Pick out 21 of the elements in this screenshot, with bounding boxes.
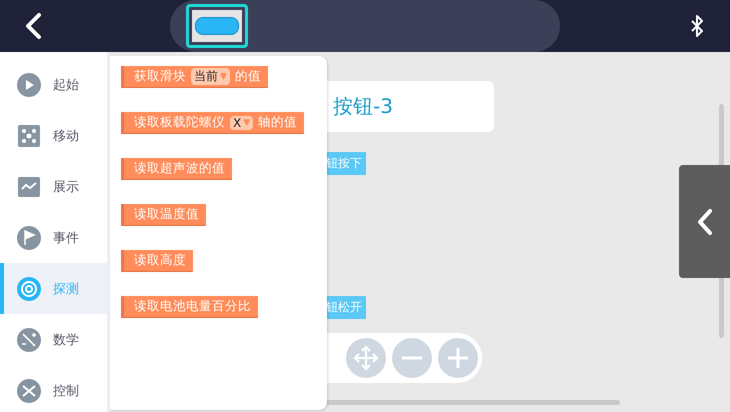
sprite-title: 按钮-3 [333,93,393,120]
flag-icon [16,224,42,250]
category-tab[interactable]: 起始 [0,59,107,110]
sensor-block[interactable]: 读取板载陀螺仪 X ▼ 轴的值 [121,112,304,134]
dropdown[interactable]: 当前 ▼ [191,68,230,85]
play-icon [16,72,42,98]
collapse-tab[interactable] [679,165,730,278]
category-tab[interactable]: 移动 [0,110,107,161]
category-tab[interactable]: 展示 [0,161,107,212]
radar-icon [16,276,42,302]
sensor-block[interactable]: 获取滑块 当前 ▼ 的值 [121,66,268,88]
category-tab[interactable]: 控制 [0,365,107,412]
button-device-icon [195,17,239,35]
dropdown[interactable]: X ▼ [230,116,254,130]
bluetooth-icon[interactable] [690,14,704,38]
category-tab[interactable]: 事件 [0,212,107,263]
category-tab[interactable]: 数学 [0,314,107,365]
chevron-left-icon [696,206,714,236]
back-button[interactable] [24,12,44,40]
math-icon [16,326,42,352]
device-tile[interactable] [186,4,248,48]
